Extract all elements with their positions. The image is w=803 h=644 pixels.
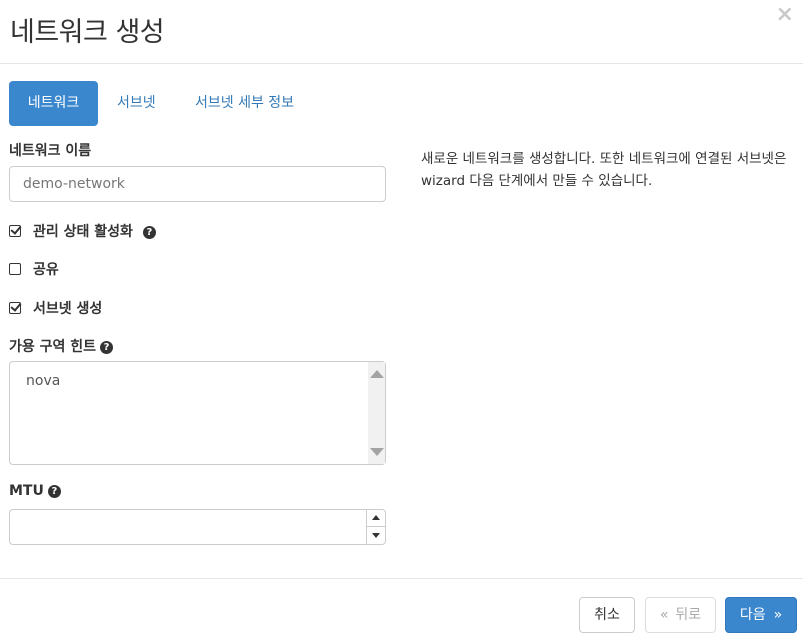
checkbox-checked-icon[interactable] [9,225,21,237]
close-icon[interactable]: × [776,2,794,28]
double-chevron-right-icon: » [773,607,783,623]
double-chevron-left-icon: « [659,607,669,623]
scroll-up-icon[interactable] [370,370,384,378]
mtu-label: MTU? [9,483,61,499]
tab-subnet-details[interactable]: 서브넷 세부 정보 [195,81,294,126]
availability-zone-hints-label: 가용 구역 힌트? [9,336,114,356]
mtu-stepper[interactable] [366,510,385,544]
availability-zone-hints-select[interactable]: nova [9,361,386,465]
stepper-down-icon[interactable] [367,527,385,544]
cancel-button[interactable]: 취소 [579,597,635,633]
network-name-input[interactable]: demo-network [9,166,386,202]
help-description: 새로운 네트워크를 생성합니다. 또한 네트워크에 연결된 서브넷은 wizar… [421,151,787,189]
stepper-up-icon[interactable] [367,510,385,527]
create-subnet-label: 서브넷 생성 [33,301,103,317]
mtu-input[interactable] [9,509,386,545]
admin-state-label: 관리 상태 활성화 [33,224,133,240]
create-subnet-checkbox[interactable]: 서브넷 생성 [9,298,102,318]
mtu-label-text: MTU [9,483,44,499]
question-circle-icon: ? [100,341,114,354]
question-circle-icon: ? [47,485,61,498]
next-button-label: 다음 [739,607,766,623]
shared-checkbox[interactable]: 공유 [9,259,59,279]
checkbox-checked-icon[interactable] [9,302,21,314]
scrollbar[interactable] [368,362,385,464]
network-name-label: 네트워크 이름 [9,143,92,159]
back-button-label: 뒤로 [675,607,702,623]
shared-label: 공유 [33,262,59,278]
checkbox-unchecked-icon[interactable] [9,263,21,275]
scroll-down-icon[interactable] [370,448,384,456]
availability-zone-option[interactable]: nova [26,373,60,389]
availability-zone-hints-text: 가용 구역 힌트 [9,339,97,355]
admin-state-checkbox[interactable]: 관리 상태 활성화? [9,221,156,241]
next-button[interactable]: 다음 » [725,597,797,633]
question-circle-icon: ? [142,226,156,239]
tab-network[interactable]: 네트워크 [9,81,98,126]
dialog-title: 네트워크 생성 [10,17,165,48]
back-button[interactable]: « 뒤로 [645,597,716,633]
dialog-header: 네트워크 생성 × [0,0,803,64]
tab-subnet[interactable]: 서브넷 [117,81,156,126]
create-network-dialog: 네트워크 생성 × 네트워크 서브넷 서브넷 세부 정보 네트워크 이름 dem… [0,0,803,644]
